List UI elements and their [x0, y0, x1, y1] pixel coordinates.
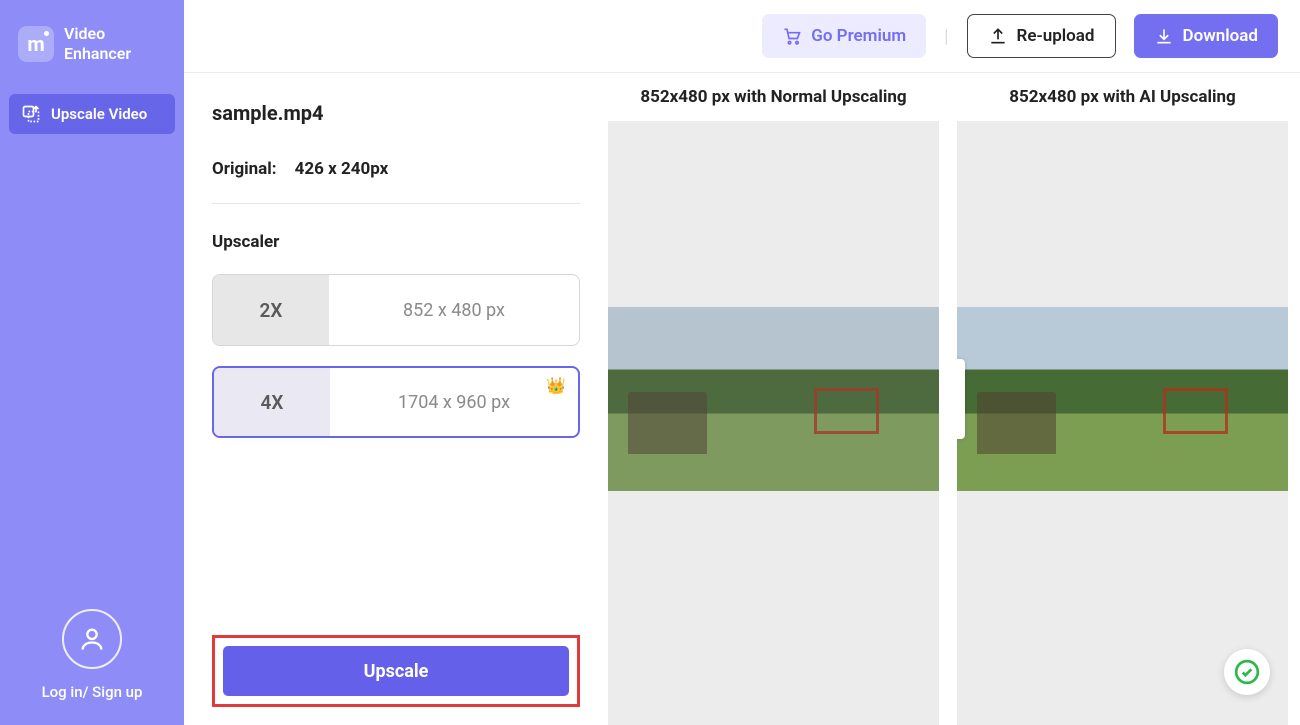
app-logo: m Video Enhancer — [0, 0, 184, 94]
nav-upscale-label: Upscale Video — [51, 105, 147, 123]
upscale-highlight-box: Upscale — [212, 635, 580, 707]
topbar: Go Premium | Re-upload Download — [184, 0, 1300, 73]
go-premium-button[interactable]: Go Premium — [762, 14, 926, 58]
login-label: Log in/ Sign up — [0, 683, 184, 701]
config-panel: sample.mp4 Original: 426 x 240px Upscale… — [184, 73, 608, 725]
original-label: Original: — [212, 159, 277, 179]
compare-slider-handle[interactable] — [957, 359, 965, 439]
login-signup[interactable]: Log in/ Sign up — [0, 609, 184, 725]
reupload-button[interactable]: Re-upload — [967, 14, 1116, 58]
option-dims-4x: 1704 x 960 px — [330, 368, 578, 436]
original-resolution: Original: 426 x 240px — [212, 159, 580, 179]
upscaler-section-label: Upscaler — [212, 232, 580, 252]
cart-icon — [782, 26, 802, 46]
option-dims-2x: 852 x 480 px — [329, 275, 579, 345]
crown-icon: 👑 — [546, 376, 566, 395]
nav-upscale-video[interactable]: Upscale Video — [9, 94, 175, 134]
premium-label: Go Premium — [811, 26, 906, 46]
upscale-option-4x[interactable]: 4X 1704 x 960 px 👑 — [212, 366, 580, 438]
preview-normal: 852x480 px with Normal Upscaling — [608, 73, 939, 725]
logo-mark-icon: m — [18, 26, 54, 62]
sidebar: m Video Enhancer Upscale Video Log in/ S… — [0, 0, 184, 725]
filename: sample.mp4 — [212, 101, 580, 125]
upload-icon — [988, 26, 1008, 46]
success-badge[interactable] — [1224, 649, 1270, 695]
preview-ai-title: 852x480 px with AI Upscaling — [957, 73, 1288, 121]
download-label: Download — [1183, 26, 1258, 46]
preview-ai: 852x480 px with AI Upscaling — [957, 73, 1288, 725]
preview-ai-image — [957, 307, 1288, 491]
user-icon — [62, 609, 122, 669]
download-button[interactable]: Download — [1134, 14, 1278, 58]
app-title-line2: Enhancer — [64, 44, 131, 64]
preview-normal-image — [608, 307, 939, 491]
reupload-label: Re-upload — [1017, 26, 1095, 46]
app-title: Video Enhancer — [64, 24, 131, 64]
upscale-button[interactable]: Upscale — [223, 646, 569, 696]
option-mult-4x: 4X — [214, 368, 330, 436]
checkmark-icon — [1234, 659, 1260, 685]
upscale-option-2x[interactable]: 2X 852 x 480 px — [212, 274, 580, 346]
divider-line — [212, 203, 580, 204]
preview-area: 852x480 px with Normal Upscaling 852x480… — [608, 73, 1300, 725]
upscale-icon — [21, 104, 41, 124]
original-value: 426 x 240px — [295, 159, 389, 179]
option-mult-2x: 2X — [213, 275, 329, 345]
preview-normal-title: 852x480 px with Normal Upscaling — [608, 73, 939, 121]
app-title-line1: Video — [64, 24, 131, 44]
topbar-divider: | — [944, 26, 948, 47]
download-icon — [1154, 26, 1174, 46]
